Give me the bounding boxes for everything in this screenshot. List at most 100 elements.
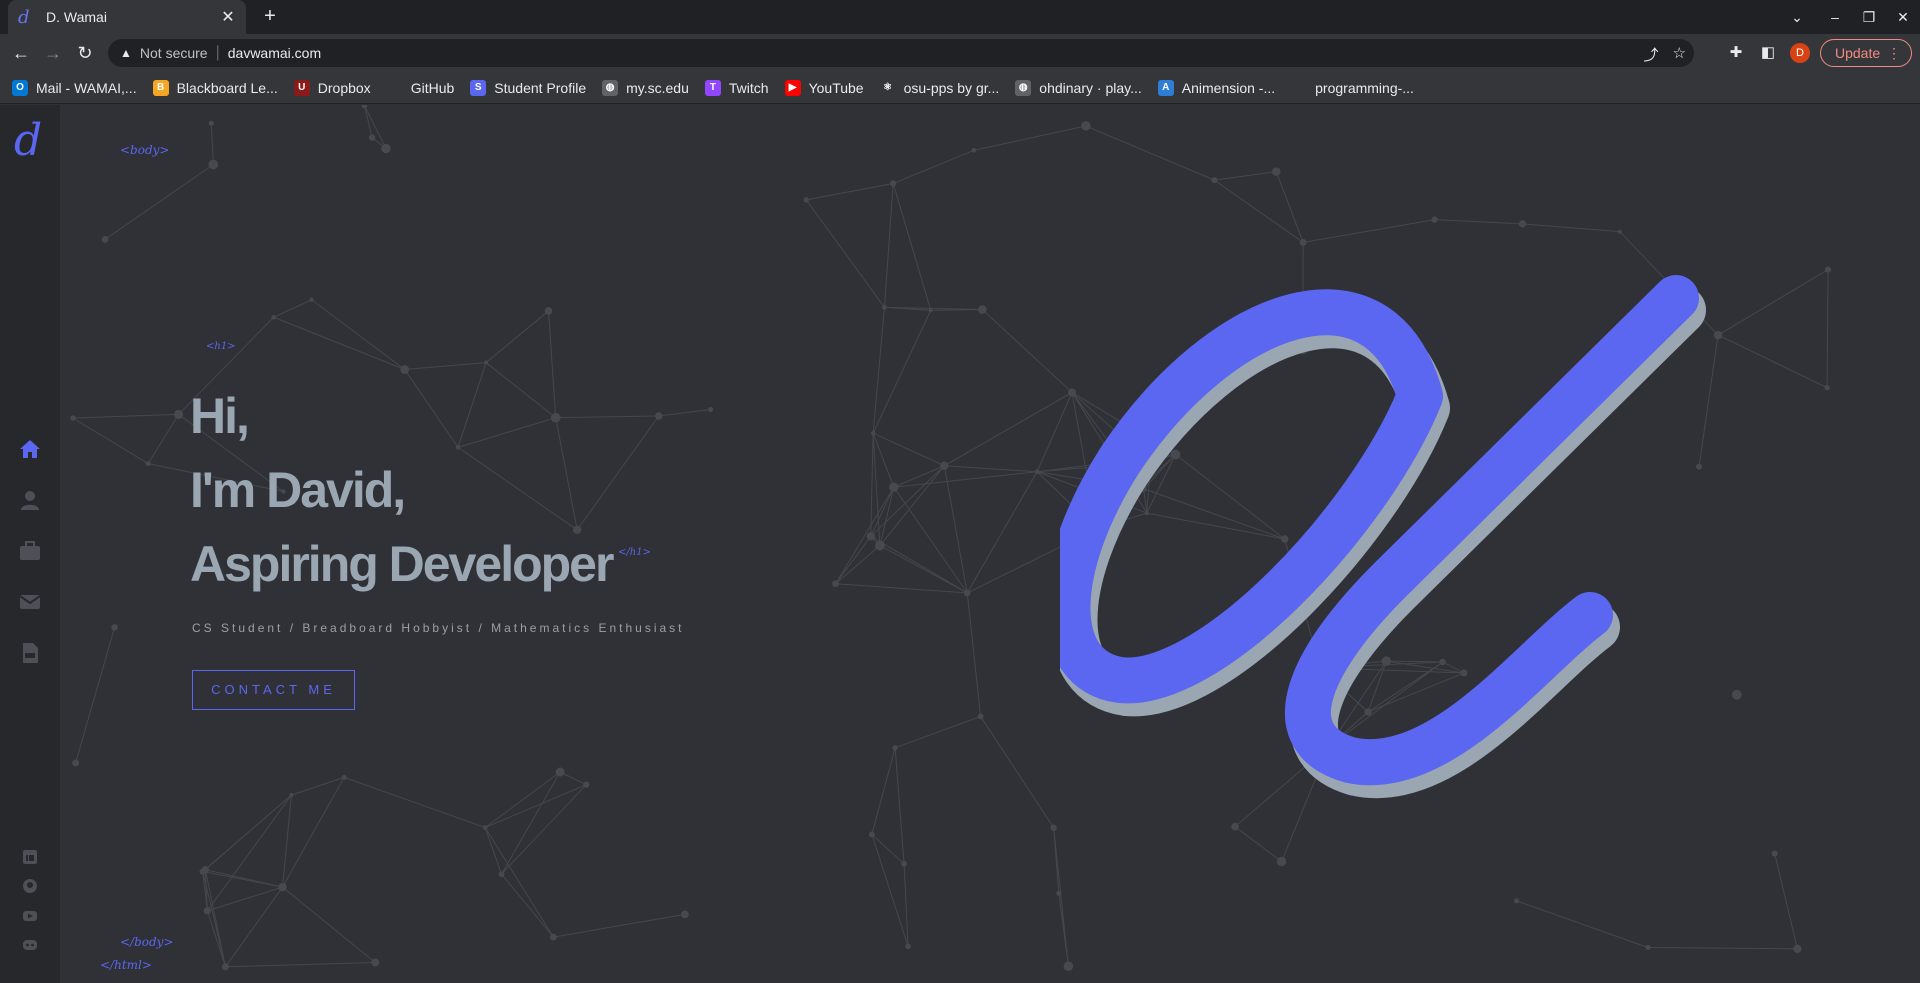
network-node (111, 624, 118, 631)
reload-icon[interactable]: ↻ (74, 42, 96, 64)
network-link (72, 417, 149, 465)
forward-icon[interactable]: → (42, 42, 64, 64)
network-link (883, 183, 894, 308)
share-icon[interactable]: ⤴ (1644, 44, 1659, 65)
network-node (708, 406, 714, 413)
bookmark-label: Blackboard Le... (176, 79, 278, 96)
network-link (555, 415, 659, 419)
menu-dots-icon[interactable]: ⋮ (1887, 40, 1901, 66)
network-node (1793, 944, 1802, 953)
bookmark-item[interactable]: programming-... (1291, 79, 1414, 96)
network-node (361, 105, 368, 109)
network-link (311, 299, 406, 370)
network-node (381, 143, 391, 154)
network-link (75, 627, 116, 764)
network-link (225, 961, 376, 968)
bookmark-item[interactable]: S Student Profile (470, 79, 587, 96)
bookmark-label: programming-... (1315, 79, 1414, 96)
briefcase-icon[interactable] (18, 539, 42, 563)
bookmark-label: Student Profile (494, 79, 587, 96)
network-link (1058, 893, 1069, 967)
bookmark-item[interactable]: GitHub (386, 79, 454, 96)
network-link (870, 486, 895, 537)
network-node (70, 415, 76, 421)
bookmark-label: Animension -... (1181, 79, 1276, 96)
bookmark-item[interactable]: B Blackboard Le... (152, 79, 278, 96)
network-node (928, 308, 933, 313)
network-link (805, 199, 885, 308)
back-icon[interactable]: ← (10, 42, 32, 64)
browser-toolbar: ← → ↻ ▲ Not secure | davwamai.com ⤴ ☆ ✚ … (0, 34, 1920, 72)
github-icon[interactable] (22, 878, 38, 894)
hero-greeting: Hi, (190, 388, 250, 444)
network-node (309, 297, 314, 302)
network-link (210, 123, 214, 165)
bookmark-item[interactable]: ▶ YouTube (784, 79, 864, 96)
network-link (903, 863, 909, 947)
profile-avatar[interactable]: D (1790, 43, 1810, 63)
extensions-icon[interactable]: ✚ (1726, 43, 1746, 63)
network-node (1081, 121, 1091, 131)
network-node (875, 540, 885, 551)
network-link (104, 164, 214, 240)
network-node (940, 461, 949, 470)
update-button[interactable]: Update ⋮ (1820, 39, 1912, 67)
twitch-icon: T (704, 79, 721, 96)
bookmark-item[interactable]: ◍ ohdinary · play... (1015, 79, 1142, 96)
bookmark-item[interactable]: T Twitch (704, 79, 769, 96)
network-node (550, 412, 561, 423)
network-node (1056, 890, 1062, 896)
home-icon[interactable] (18, 437, 42, 461)
contact-me-button[interactable]: CONTACT ME (192, 670, 355, 710)
network-link (1717, 334, 1828, 389)
network-node (455, 445, 461, 450)
network-link (147, 414, 180, 464)
network-node (655, 412, 663, 420)
bookmark-label: Twitch (728, 79, 769, 96)
linkedin-icon[interactable] (22, 849, 38, 865)
minimize-icon[interactable]: – (1824, 6, 1846, 28)
network-link (870, 535, 968, 594)
network-node (977, 305, 987, 314)
network-link (870, 465, 945, 537)
new-tab-button[interactable]: + (258, 4, 282, 28)
security-status[interactable]: Not secure (140, 45, 208, 61)
bookmark-item[interactable]: ◍ my.sc.edu (602, 79, 689, 96)
bookmark-item[interactable]: U Dropbox (293, 79, 371, 96)
close-window-icon[interactable]: ✕ (1892, 6, 1914, 28)
bookmark-item[interactable]: A Animension -... (1157, 79, 1276, 96)
network-link (658, 409, 711, 417)
url-text[interactable]: davwamai.com (228, 45, 321, 61)
network-link (484, 784, 587, 829)
network-link (553, 913, 685, 938)
network-link (966, 471, 1038, 594)
discord-icon[interactable] (22, 937, 38, 953)
bookmark-star-icon[interactable]: ☆ (1673, 44, 1686, 65)
user-icon[interactable] (18, 488, 42, 512)
pdf-icon[interactable] (18, 641, 42, 665)
website-viewport: d <body> <h1> Hi, I'm David, Aspiring De… (0, 105, 1920, 983)
bookmark-item[interactable]: ⚛ osu-pps by gr... (879, 79, 1000, 96)
network-node (221, 963, 229, 971)
address-bar[interactable]: ▲ Not secure | davwamai.com ⤴ ☆ (108, 39, 1694, 67)
bookmark-label: osu-pps by gr... (903, 79, 1000, 96)
tab-search-icon[interactable]: ⌄ (1786, 6, 1808, 28)
update-label: Update (1835, 45, 1881, 61)
network-link (202, 794, 292, 872)
html-close-tag: </html> (100, 958, 152, 972)
site-logo[interactable]: d (14, 115, 42, 166)
warning-icon[interactable]: ▲ (120, 46, 132, 60)
envelope-icon[interactable] (18, 590, 42, 614)
youtube-icon[interactable] (22, 908, 38, 924)
restore-icon[interactable]: ❐ (1858, 6, 1880, 28)
side-panel-icon[interactable]: ◧ (1758, 43, 1778, 63)
close-tab-icon[interactable]: ✕ (220, 7, 236, 27)
network-node (832, 580, 839, 588)
network-link (835, 486, 895, 585)
tab-active[interactable]: d D. Wamai ✕ (8, 0, 246, 34)
network-node (289, 792, 294, 798)
network-node (803, 197, 809, 203)
network-link (457, 417, 556, 448)
bookmark-item[interactable]: O Mail - WAMAI,... (12, 79, 137, 96)
network-node (400, 365, 410, 374)
